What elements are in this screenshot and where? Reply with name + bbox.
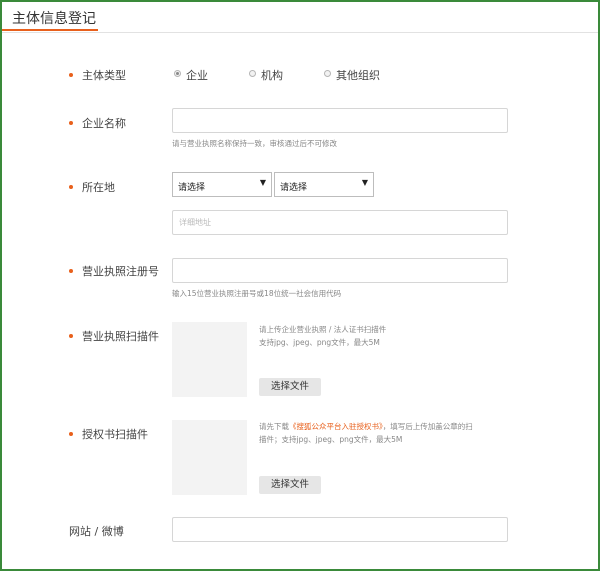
dropdown-arrow-icon: ▼ bbox=[259, 178, 266, 187]
address-placeholder: 详细地址 bbox=[179, 218, 211, 227]
radio-enterprise[interactable] bbox=[174, 70, 181, 77]
license-scan-hint-2: 支持jpg、jpeg、png文件，最大5M bbox=[259, 338, 380, 347]
section-header: 主体信息登记 bbox=[2, 2, 598, 33]
required-marker bbox=[69, 432, 73, 436]
license-number-input[interactable] bbox=[172, 258, 508, 283]
province-select-value: 请选择 bbox=[178, 183, 206, 193]
radio-other-org-label[interactable]: 其他组织 bbox=[336, 67, 380, 83]
page-title: 主体信息登记 bbox=[12, 11, 96, 27]
title-underline bbox=[2, 29, 98, 31]
address-input[interactable]: 详细地址 bbox=[172, 210, 508, 235]
website-input[interactable] bbox=[172, 517, 508, 542]
authorization-scan-label: 授权书扫描件 bbox=[82, 428, 148, 441]
company-name-label: 企业名称 bbox=[82, 117, 126, 130]
form-panel: 主体信息登记 主体类型 企业 机构 其他组织 企业名称 请与营业执照名称保持一致… bbox=[2, 2, 598, 569]
city-select-value: 请选择 bbox=[280, 183, 308, 193]
location-label: 所在地 bbox=[82, 181, 115, 194]
dropdown-arrow-icon: ▼ bbox=[361, 178, 368, 187]
company-name-hint: 请与营业执照名称保持一致，审核通过后不可修改 bbox=[172, 139, 337, 148]
license-scan-preview bbox=[172, 322, 247, 397]
entity-type-label: 主体类型 bbox=[82, 69, 126, 82]
license-scan-label: 营业执照扫描件 bbox=[82, 330, 159, 343]
required-marker bbox=[69, 121, 73, 125]
authorization-hint-prefix: 请先下载 bbox=[259, 422, 289, 431]
province-select[interactable]: 请选择 ▼ bbox=[172, 172, 272, 197]
authorization-scan-choose-file-button[interactable]: 选择文件 bbox=[259, 476, 321, 494]
authorization-scan-hint-1: 请先下载《搜狐公众平台入驻授权书》，填写后上传加盖公章的扫 bbox=[259, 421, 473, 432]
radio-institution-label[interactable]: 机构 bbox=[261, 67, 283, 83]
authorization-scan-hint-2: 描件；支持jpg、jpeg、png文件，最大5M bbox=[259, 435, 403, 444]
license-scan-hint-1: 请上传企业营业执照 / 法人证书扫描件 bbox=[259, 325, 387, 334]
radio-institution[interactable] bbox=[249, 70, 256, 77]
radio-enterprise-label[interactable]: 企业 bbox=[186, 67, 208, 83]
license-number-hint: 输入15位营业执照注册号或18位统一社会信用代码 bbox=[172, 289, 342, 298]
required-marker bbox=[69, 269, 73, 273]
radio-other-org[interactable] bbox=[324, 70, 331, 77]
required-marker bbox=[69, 185, 73, 189]
city-select[interactable]: 请选择 ▼ bbox=[274, 172, 374, 197]
authorization-hint-suffix: ，填写后上传加盖公章的扫 bbox=[382, 422, 473, 431]
authorization-template-link[interactable]: 《搜狐公众平台入驻授权书》 bbox=[289, 422, 383, 431]
license-scan-choose-file-button[interactable]: 选择文件 bbox=[259, 378, 321, 396]
required-marker bbox=[69, 73, 73, 77]
website-label: 网站 / 微博 bbox=[69, 525, 124, 538]
required-marker bbox=[69, 334, 73, 338]
license-number-label: 营业执照注册号 bbox=[82, 265, 159, 278]
company-name-input[interactable] bbox=[172, 108, 508, 133]
authorization-scan-preview bbox=[172, 420, 247, 495]
